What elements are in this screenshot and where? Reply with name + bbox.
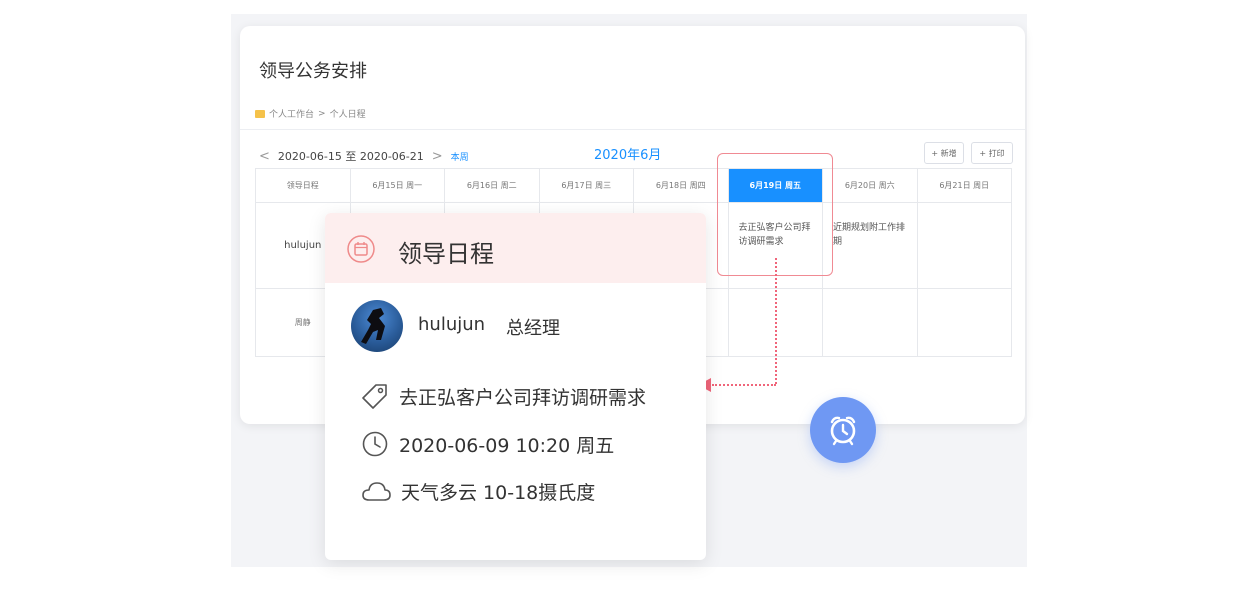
connector-line-vertical <box>775 258 777 384</box>
alarm-clock-button[interactable] <box>810 397 876 463</box>
header-day-mon[interactable]: 6月15日 周一 <box>349 168 445 203</box>
breadcrumb-item-schedule[interactable]: 个人日程 <box>330 107 366 120</box>
cloud-icon <box>362 481 391 501</box>
calendar-header-row: 领导日程 6月15日 周一 6月16日 周二 6月17日 周三 6月18日 周四… <box>255 168 1012 203</box>
user-role: 总经理 <box>506 318 560 339</box>
avatar <box>351 300 403 352</box>
weather-text: 天气多云 10-18摄氏度 <box>401 482 596 504</box>
clock-icon <box>362 431 388 457</box>
user-name: hulujun <box>418 314 486 335</box>
task-row: 去正弘客户公司拜访调研需求 <box>361 382 646 410</box>
next-week-button[interactable]: > <box>432 149 443 164</box>
calendar-event-sat[interactable]: 近期规划附工作排期 <box>822 202 918 289</box>
calendar-cell[interactable] <box>916 202 1012 289</box>
tag-icon <box>362 384 387 409</box>
popup-header: 领导日程 <box>325 213 706 283</box>
header-day-wed[interactable]: 6月17日 周三 <box>538 168 634 203</box>
schedule-detail-popup: 领导日程 hulujun 总经理 去正弘客户公司拜访调研需求 2020-06-0… <box>325 213 706 560</box>
breadcrumb-separator: > <box>318 108 326 119</box>
header-day-tue[interactable]: 6月16日 周二 <box>444 168 540 203</box>
calendar-cell[interactable] <box>916 288 1012 357</box>
datetime-row: 2020-06-09 10:20 周五 <box>361 430 614 458</box>
page-title: 领导公务安排 <box>259 61 367 82</box>
header-day-sun[interactable]: 6月21日 周日 <box>916 168 1012 203</box>
this-week-link[interactable]: 本周 <box>451 150 469 163</box>
calendar-cell[interactable] <box>822 288 918 357</box>
header-day-sat[interactable]: 6月20日 周六 <box>822 168 918 203</box>
weather-row: 天气多云 10-18摄氏度 <box>361 478 595 505</box>
prev-week-button[interactable]: < <box>259 149 270 164</box>
header-leader: 领导日程 <box>255 168 351 203</box>
calendar-icon <box>347 235 375 263</box>
date-range-text: 2020-06-15 至 2020-06-21 <box>277 150 424 163</box>
add-button[interactable]: + 新增 <box>924 142 964 164</box>
date-range-bar: < 2020-06-15 至 2020-06-21 > 本周 <box>259 148 469 164</box>
month-title: 2020年6月 <box>594 148 662 163</box>
header-divider <box>240 129 1025 130</box>
popup-title: 领导日程 <box>398 240 494 268</box>
datetime-text: 2020-06-09 10:20 周五 <box>399 434 615 457</box>
breadcrumb: 个人工作台 > 个人日程 <box>255 107 366 120</box>
person-silhouette-icon <box>361 308 385 344</box>
alarm-clock-icon <box>830 416 856 446</box>
task-text: 去正弘客户公司拜访调研需求 <box>399 386 647 409</box>
connector-line-horizontal <box>712 384 776 386</box>
print-button[interactable]: + 打印 <box>971 142 1013 164</box>
header-day-thu[interactable]: 6月18日 周四 <box>633 168 729 203</box>
folder-icon <box>255 109 265 118</box>
breadcrumb-item-workbench[interactable]: 个人工作台 <box>269 107 314 120</box>
